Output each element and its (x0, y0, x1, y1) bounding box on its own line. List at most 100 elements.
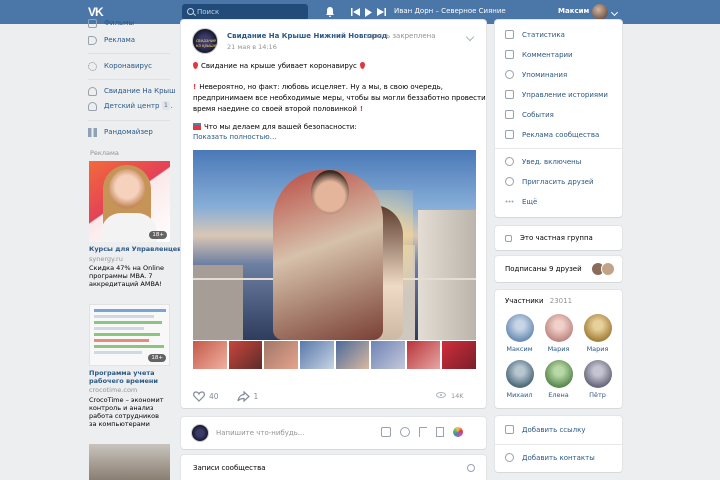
member-card[interactable]: Максим (503, 314, 536, 353)
menu-item-label: Ещё (522, 197, 538, 206)
document-icon[interactable] (436, 427, 444, 437)
search-icon[interactable] (467, 464, 475, 472)
left-menu-item-ads[interactable]: Реклама (88, 33, 135, 47)
photo-thumbnail[interactable] (299, 341, 334, 369)
divider (495, 148, 622, 149)
ad-image-bar (94, 339, 149, 342)
ad-host[interactable]: synergy.ru (89, 255, 123, 263)
menu-item-label: Упоминания (522, 70, 568, 79)
ad-text-line: за компьютерами (89, 420, 150, 428)
avatar (583, 360, 612, 388)
photo-thumbnail[interactable] (228, 341, 263, 369)
post-text-line: Что мы делаем для вашей безопасности: (193, 122, 357, 133)
ad-title[interactable]: Программа учета (89, 369, 155, 377)
photo-person (273, 170, 383, 340)
event-icon (505, 110, 514, 119)
ad-title[interactable]: Курсы для Управленцев (89, 245, 181, 253)
members-header[interactable]: Участники 23011 (505, 297, 572, 305)
left-menu-item-label: Реклама (104, 36, 136, 44)
photo-thumbnail[interactable] (264, 341, 298, 369)
color-wheel-icon[interactable] (453, 427, 463, 437)
invite-friends-button[interactable]: Пригласить друзей (505, 177, 594, 186)
member-card[interactable]: Мария (542, 314, 575, 353)
ad-image[interactable] (89, 444, 170, 480)
notifications-toggle[interactable]: Увед. включены (505, 157, 581, 166)
menu-item-label: Увед. включены (522, 157, 582, 166)
member-card[interactable]: Михаил (503, 360, 536, 399)
exclamation-icon: ! (359, 105, 364, 113)
next-track-icon[interactable] (377, 8, 386, 16)
post-date[interactable]: 21 мая в 14:16 (227, 43, 277, 51)
left-menu-item-films[interactable]: Фильмы (88, 16, 134, 30)
age-badge: 18+ (149, 231, 167, 239)
group-avatar[interactable]: свидание на крыше (192, 28, 218, 54)
prev-track-icon[interactable] (351, 8, 360, 16)
avatar[interactable] (592, 4, 608, 20)
members-block: Участники 23011 Максим Мария Мария Михаи… (495, 290, 622, 408)
chevron-down-icon[interactable] (610, 8, 619, 17)
play-icon[interactable] (365, 7, 372, 17)
ad-image-bar (94, 315, 154, 318)
stats-icon (505, 30, 514, 39)
like-count[interactable]: 40 (209, 392, 219, 401)
ad-image[interactable]: 18+ (89, 161, 170, 242)
ad-image-bar (94, 309, 166, 312)
post-photo[interactable] (193, 150, 476, 340)
avatar (583, 314, 612, 342)
member-card[interactable]: Пётр (581, 360, 614, 399)
more-button[interactable]: Ещё (505, 197, 537, 206)
photo-thumbnail[interactable] (442, 341, 476, 369)
menu-item-label: Реклама сообщества (522, 130, 600, 139)
add-link-button[interactable]: Добавить ссылку (505, 425, 586, 434)
show-more-link[interactable]: Показать полностью… (193, 133, 277, 141)
left-menu-item-coronavirus[interactable]: Коронавирус (88, 59, 152, 73)
photo-thumbnail[interactable] (335, 341, 370, 369)
at-icon (505, 453, 514, 462)
left-menu-item-group-kids[interactable]: Детский центр н... (88, 99, 173, 113)
menu-item-label: События (522, 110, 554, 119)
divider (88, 53, 170, 54)
ad-text-line: Скидка 47% на Online (89, 264, 164, 272)
pin-icon (193, 62, 198, 69)
share-icon[interactable] (236, 390, 250, 402)
member-name: Максим (506, 345, 533, 353)
menu-item-comments[interactable]: Комментарии (505, 50, 573, 59)
ad-image[interactable]: 18+ (89, 304, 170, 366)
photo-thumbnail[interactable] (371, 341, 405, 369)
camera-icon[interactable] (381, 427, 391, 437)
member-card[interactable]: Елена (542, 360, 575, 399)
menu-item-events[interactable]: События (505, 110, 554, 119)
friends-subscribed-block[interactable]: Подписаны 9 друзей (495, 256, 622, 282)
composer-input[interactable]: Напишите что-нибудь... (216, 429, 305, 437)
menu-item-mentions[interactable]: Упоминания (505, 70, 567, 79)
ad-host[interactable]: crocotime.com (89, 386, 137, 394)
post-text: Свидание на крыше убивает коронавирус (201, 62, 357, 70)
post-menu-chevron-icon[interactable] (465, 32, 475, 42)
bell-icon[interactable] (324, 6, 336, 18)
menu-item-stories[interactable]: Управление историями (505, 90, 608, 99)
search-box[interactable] (182, 4, 308, 20)
photo-thumbnail[interactable] (406, 341, 441, 369)
search-input[interactable] (197, 6, 302, 18)
ad-text-line: работа сотрудников (89, 412, 159, 420)
heart-icon[interactable] (193, 390, 205, 402)
video-icon[interactable] (400, 427, 410, 437)
member-card[interactable]: Мария (581, 314, 614, 353)
comment-icon (505, 50, 514, 59)
share-count[interactable]: 1 (254, 392, 259, 401)
add-contacts-button[interactable]: Добавить контакты (505, 453, 595, 462)
calendar-emoji-icon (193, 123, 201, 130)
menu-item-community-ads[interactable]: Реклама сообщества (505, 130, 599, 139)
left-menu-item-randomizer[interactable]: Рандомайзер (88, 125, 153, 139)
private-group-label: Это частная группа (505, 234, 593, 242)
tab-community-posts[interactable]: Записи сообщества (193, 464, 266, 472)
music-icon[interactable] (419, 427, 427, 437)
menu-item-statistics[interactable]: Статистика (505, 30, 565, 39)
at-icon (505, 70, 514, 79)
profile-name[interactable]: Максим (558, 7, 589, 15)
photo-thumbnail[interactable] (193, 341, 227, 369)
now-playing[interactable]: Иван Дорн – Северное Сияние (394, 7, 506, 15)
left-menu-item-group-date[interactable]: Свидание На Крыш (88, 84, 175, 98)
post-author[interactable]: Свидание На Крыше Нижний Новгород (227, 32, 387, 40)
ad-title[interactable]: рабочего времени (89, 377, 158, 385)
